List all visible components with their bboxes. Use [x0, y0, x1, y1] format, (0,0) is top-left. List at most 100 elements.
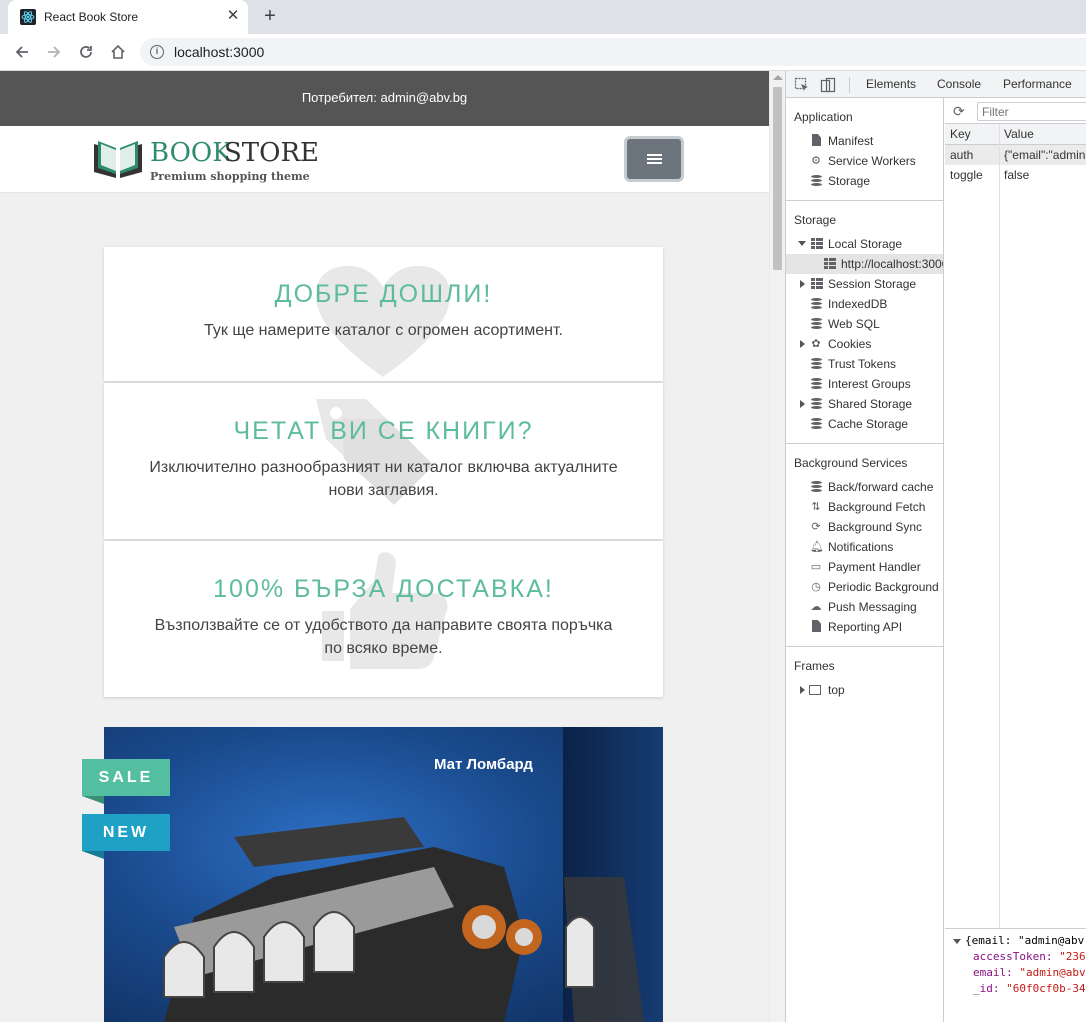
database-icon — [811, 298, 822, 310]
devtools-tab-bar: Elements Console Performance — [786, 71, 1086, 98]
refresh-icon[interactable]: ⟳ — [953, 103, 965, 120]
sidebar-item-frame-top[interactable]: top — [786, 680, 943, 700]
tab-title: React Book Store — [44, 10, 139, 24]
column-header-key[interactable]: Key — [950, 127, 971, 141]
column-divider[interactable] — [999, 124, 1000, 928]
sidebar-item-indexeddb[interactable]: IndexedDB — [786, 294, 943, 314]
collapsed-arrow-icon[interactable] — [800, 340, 805, 348]
sidebar-item-local-storage[interactable]: Local Storage — [786, 234, 943, 254]
window-icon — [809, 685, 821, 695]
new-tab-button[interactable]: + — [259, 5, 281, 27]
menu-toggle-button[interactable] — [624, 136, 684, 182]
page-viewport: Потребител: admin@abv.bg BOOK STORE Prem… — [0, 71, 769, 1022]
tab-console[interactable]: Console — [937, 77, 981, 91]
filter-input[interactable] — [977, 102, 1086, 121]
card-text: Тук ще намерите каталог с огромен асорти… — [204, 322, 563, 339]
engine-illustration-icon — [163, 817, 644, 1022]
new-ribbon: NEW — [82, 814, 170, 851]
application-sidebar: Application Manifest ⚙ Service Workers S… — [786, 98, 944, 1022]
forward-button[interactable] — [42, 40, 66, 64]
cell-key: toggle — [950, 168, 983, 182]
sidebar-item-background-sync[interactable]: ⟳ Background Sync — [786, 517, 943, 537]
inspect-element-icon[interactable] — [794, 77, 810, 93]
cell-value: {"email":"admin@abv.bg" — [1004, 148, 1086, 162]
sidebar-item-interest-groups[interactable]: Interest Groups — [786, 374, 943, 394]
database-icon — [811, 418, 822, 430]
site-logo[interactable]: BOOK STORE Premium shopping theme — [92, 136, 319, 183]
collapsed-arrow-icon[interactable] — [800, 280, 805, 288]
sidebar-item-reporting-api[interactable]: Reporting API — [786, 617, 943, 637]
cookie-icon: ✿ — [811, 338, 821, 350]
user-bar: Потребител: admin@abv.bg — [0, 71, 769, 126]
feature-card-welcome: ДОБРЕ ДОШЛИ! Тук ще намерите каталог с о… — [104, 247, 663, 381]
cell-value: false — [1004, 168, 1030, 182]
back-button[interactable] — [10, 40, 34, 64]
user-label: Потребител: admin@abv.bg — [301, 90, 468, 105]
expanded-arrow-icon[interactable] — [953, 938, 961, 944]
browser-tab[interactable]: React Book Store ✕ — [8, 0, 248, 34]
table-row[interactable]: toggle false — [945, 165, 1086, 185]
bell-icon: 🔔︎ — [810, 541, 824, 553]
database-icon — [811, 481, 822, 493]
section-application: Application — [794, 110, 853, 124]
reload-button[interactable] — [74, 40, 98, 64]
sidebar-item-payment-handler[interactable]: ▭ Payment Handler — [786, 557, 943, 577]
column-header-value[interactable]: Value — [1004, 127, 1034, 141]
sidebar-item-notifications[interactable]: 🔔︎ Notifications — [786, 537, 943, 557]
toolbar-divider — [849, 77, 850, 93]
sidebar-item-periodic-background-sync[interactable]: ◷ Periodic Background Sync — [786, 577, 943, 597]
card-text: Изключително разнообразният ни каталог в… — [149, 459, 618, 499]
sidebar-item-cookies[interactable]: ✿ Cookies — [786, 334, 943, 354]
sale-ribbon: SALE — [82, 759, 170, 796]
address-bar[interactable]: i localhost:3000 — [140, 38, 1086, 66]
sidebar-item-trust-tokens[interactable]: Trust Tokens — [786, 354, 943, 374]
storage-viewer: ⟳ Key Value auth {"email":"admin@abv.bg"… — [945, 98, 1086, 1022]
preview-line-object: {email: "admin@abv.bg" — [953, 934, 1086, 947]
collapsed-arrow-icon[interactable] — [800, 400, 805, 408]
table-header: Key Value — [945, 124, 1086, 145]
sidebar-item-local-origin[interactable]: http://localhost:3000 — [786, 254, 943, 274]
reload-icon — [80, 46, 92, 58]
logo-word-book: BOOK — [150, 138, 232, 168]
sidebar-item-manifest[interactable]: Manifest — [786, 131, 943, 151]
device-toolbar-icon[interactable] — [820, 77, 836, 93]
close-tab-icon[interactable]: ✕ — [224, 7, 242, 25]
card-title: ЧЕТАТ ВИ СЕ КНИГИ? — [233, 417, 534, 445]
clock-icon: ◷ — [811, 581, 821, 593]
gear-icon: ⚙ — [811, 155, 821, 167]
page-scrollbar[interactable] — [769, 71, 785, 1022]
logo-tagline: Premium shopping theme — [150, 170, 310, 183]
database-icon — [811, 175, 822, 187]
browser-tab-bar: React Book Store ✕ + — [0, 0, 1086, 34]
collapsed-arrow-icon[interactable] — [800, 686, 805, 694]
expanded-arrow-icon[interactable] — [798, 241, 806, 246]
preview-line-id: _id: "60f0cf0b-34 — [973, 982, 1086, 995]
sync-icon: ⟳ — [811, 521, 821, 533]
database-icon — [811, 398, 822, 410]
product-banner-image[interactable]: Мат Ломбард — [104, 727, 663, 1022]
table-row[interactable]: auth {"email":"admin@abv.bg" — [945, 145, 1086, 165]
sidebar-item-websql[interactable]: Web SQL — [786, 314, 943, 334]
browser-toolbar: i localhost:3000 — [0, 34, 1086, 71]
home-button[interactable] — [106, 40, 130, 64]
sidebar-item-push-messaging[interactable]: ☁ Push Messaging — [786, 597, 943, 617]
sidebar-item-service-workers[interactable]: ⚙ Service Workers — [786, 151, 943, 171]
feature-card-books: ЧЕТАТ ВИ СЕ КНИГИ? Изключително разнообр… — [104, 383, 663, 539]
section-background-services: Background Services — [794, 456, 908, 470]
devtools-panel: Elements Console Performance Application… — [785, 71, 1086, 1022]
sidebar-item-shared-storage[interactable]: Shared Storage — [786, 394, 943, 414]
scroll-up-arrow-icon[interactable] — [773, 75, 783, 80]
tab-elements[interactable]: Elements — [866, 77, 916, 91]
home-icon — [111, 44, 125, 59]
sidebar-item-back-forward-cache[interactable]: Back/forward cache — [786, 477, 943, 497]
sidebar-item-storage-overview[interactable]: Storage — [786, 171, 943, 191]
sidebar-item-session-storage[interactable]: Session Storage — [786, 274, 943, 294]
cell-key: auth — [950, 148, 974, 162]
sidebar-item-background-fetch[interactable]: ⇅ Background Fetch — [786, 497, 943, 517]
url-text[interactable]: localhost:3000 — [174, 44, 264, 60]
info-icon[interactable]: i — [150, 45, 164, 59]
sidebar-item-cache-storage[interactable]: Cache Storage — [786, 414, 943, 434]
tab-performance[interactable]: Performance — [1003, 77, 1072, 91]
page-scrollbar-thumb[interactable] — [773, 87, 782, 270]
sale-ribbon-fold — [82, 796, 104, 804]
